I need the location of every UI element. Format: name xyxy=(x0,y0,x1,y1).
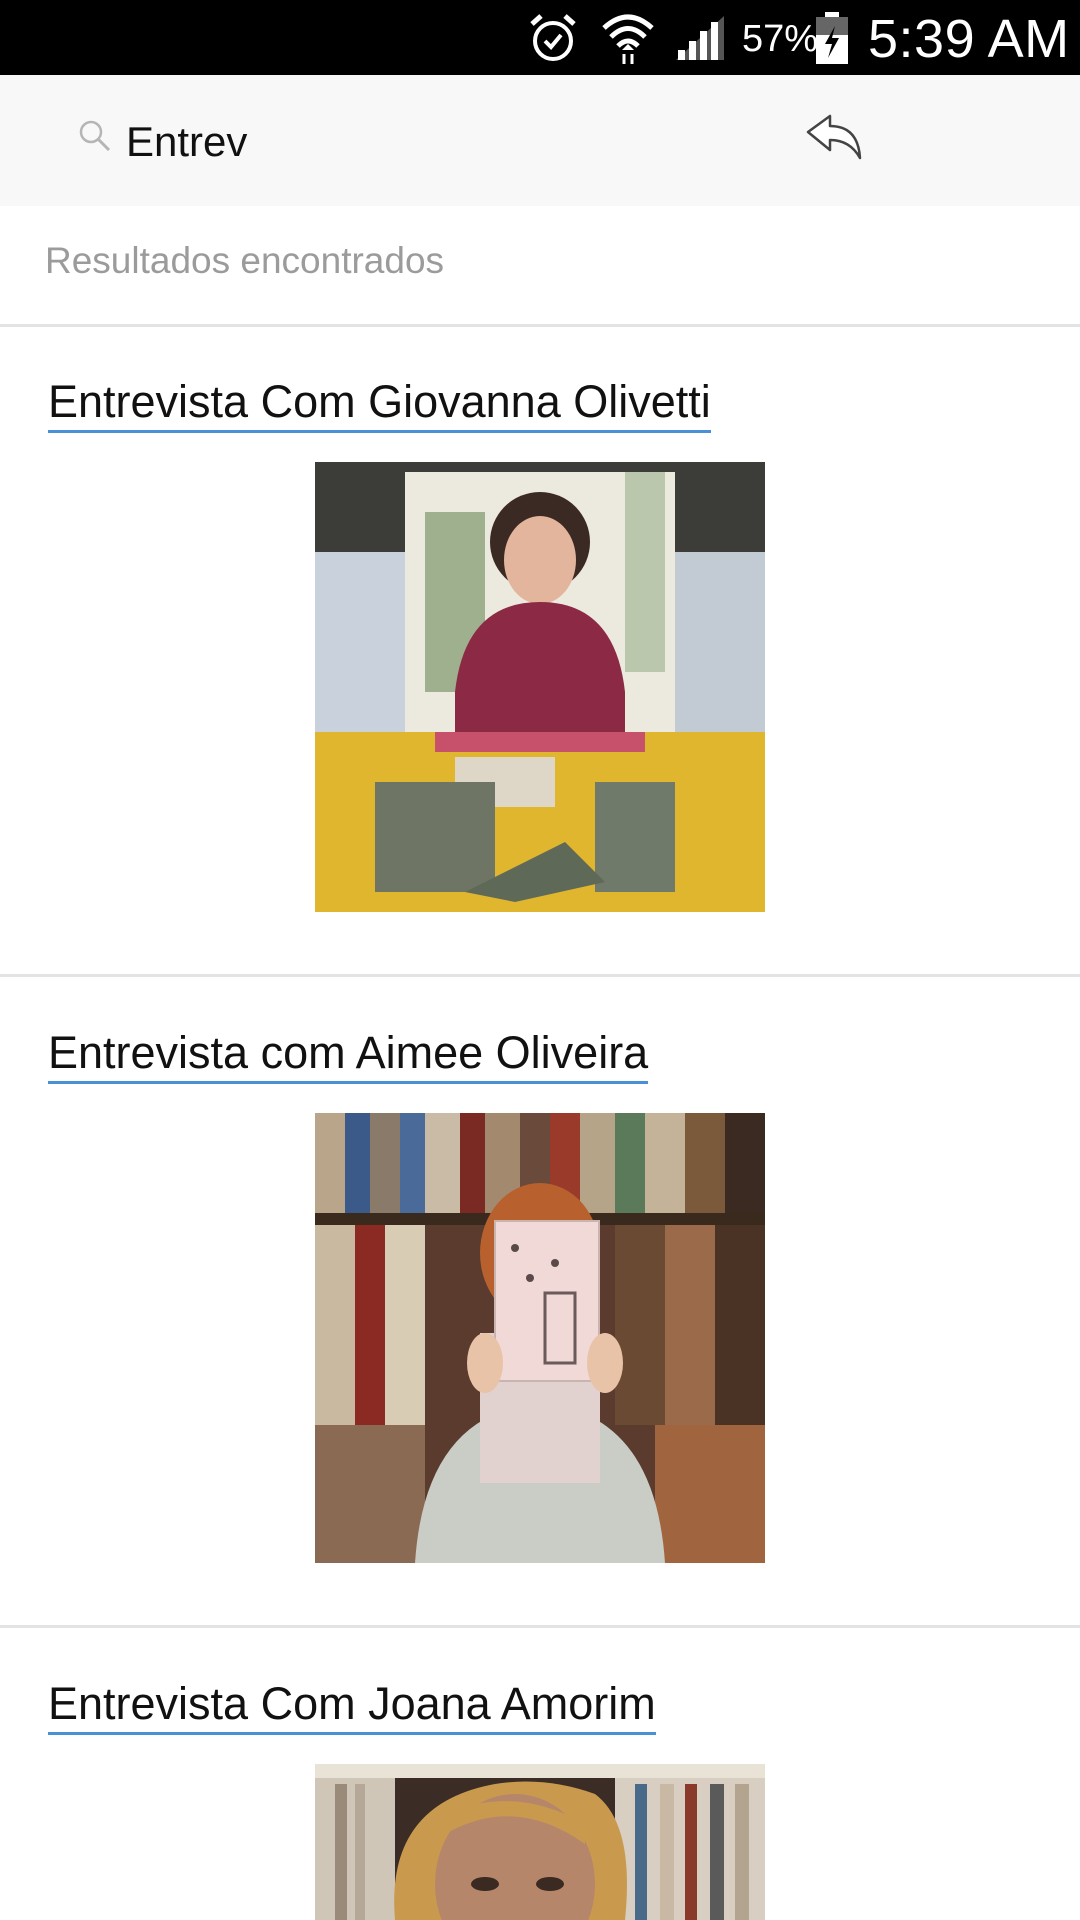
result-image[interactable] xyxy=(315,1113,765,1563)
divider xyxy=(0,974,1080,977)
wifi-icon xyxy=(602,14,654,64)
status-bar: 57% 5:39 AM xyxy=(0,0,1080,75)
divider xyxy=(0,324,1080,327)
result-image[interactable] xyxy=(315,1764,765,1920)
result-title-link[interactable]: Entrevista com Aimee Oliveira xyxy=(48,1027,649,1084)
result-title-link[interactable]: Entrevista Com Giovanna Olivetti xyxy=(48,376,711,433)
clock: 5:39 AM xyxy=(868,9,1070,69)
result-image[interactable] xyxy=(315,462,765,912)
battery-charging-icon xyxy=(816,12,848,64)
battery-percent: 57% xyxy=(742,18,819,60)
signal-icon xyxy=(676,16,724,60)
result-title-link[interactable]: Entrevista Com Joana Amorim xyxy=(48,1678,656,1735)
alarm-icon xyxy=(530,14,576,61)
search-input[interactable] xyxy=(126,112,766,172)
reply-icon[interactable] xyxy=(800,110,870,170)
divider xyxy=(0,1625,1080,1628)
search-icon xyxy=(79,120,111,152)
results-label: Resultados encontrados xyxy=(45,240,445,281)
